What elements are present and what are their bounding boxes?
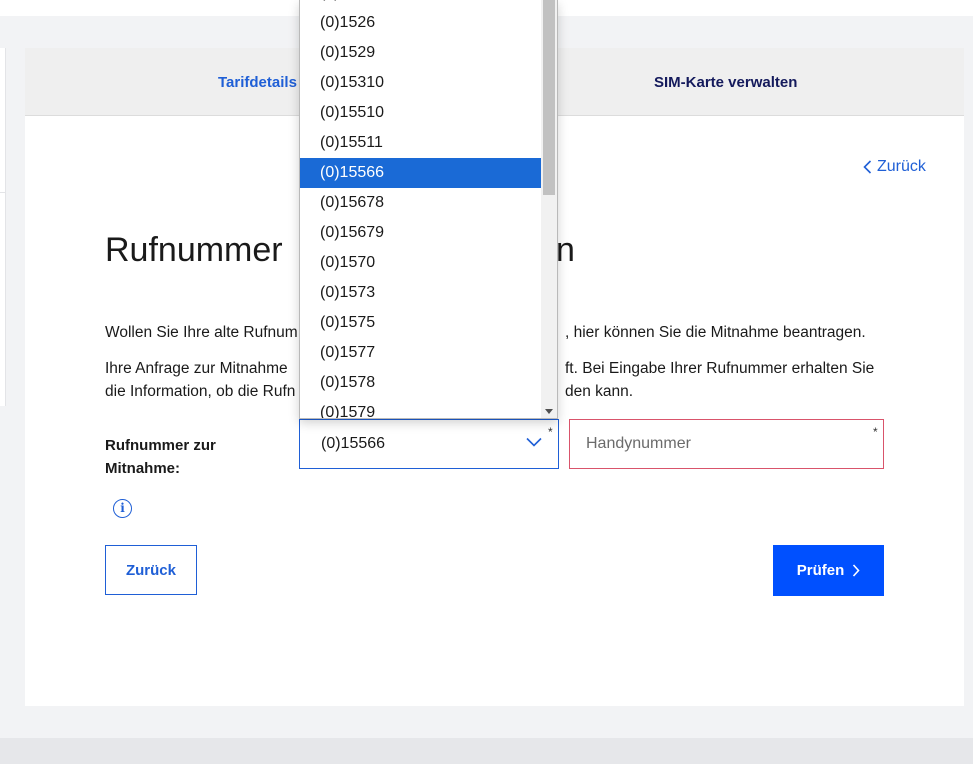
chevron-down-icon (526, 437, 542, 447)
required-mark-phone: * (873, 425, 878, 439)
left-panel-edge (0, 48, 6, 406)
left-panel-divider (0, 192, 6, 193)
back-link-label: Zurück (877, 158, 926, 175)
prefix-dropdown-list[interactable]: (0)1525(0)1526(0)1529(0)15310(0)15510(0)… (299, 0, 558, 419)
intro-text-1-left: Wollen Sie Ihre alte Rufnum (105, 324, 298, 341)
intro-text-3-right: den kann. (565, 383, 634, 400)
page-title: Rufnummer (105, 231, 283, 269)
intro-text-2-left: Ihre Anfrage zur Mitnahme (105, 360, 288, 377)
dropdown-option[interactable]: (0)1575 (300, 308, 542, 338)
prefix-select-value: (0)15566 (321, 435, 386, 452)
intro-text-2-right: ft. Bei Eingabe Ihrer Rufnummer erhalten… (565, 360, 875, 377)
dropdown-option[interactable]: (0)1526 (300, 8, 542, 38)
dropdown-option[interactable]: (0)1570 (300, 248, 542, 278)
scroll-down-arrow-icon[interactable] (545, 409, 553, 414)
check-button[interactable]: Prüfen (773, 545, 884, 596)
back-link[interactable]: Zurück (863, 158, 926, 176)
prefix-select[interactable]: (0)15566 (299, 419, 559, 469)
tab-tarifdetails[interactable]: Tarifdetails (218, 74, 297, 91)
tab-sim-karte-verwalten[interactable]: SIM-Karte verwalten (654, 74, 797, 91)
dropdown-option[interactable]: (0)15678 (300, 188, 542, 218)
check-button-label: Prüfen (796, 562, 845, 579)
dropdown-option[interactable]: (0)15310 (300, 68, 542, 98)
chevron-left-icon (863, 160, 872, 174)
info-icon[interactable]: i (113, 499, 132, 518)
prefix-options: (0)1525(0)1526(0)1529(0)15310(0)15510(0)… (300, 0, 542, 418)
dropdown-option[interactable]: (0)1529 (300, 38, 542, 68)
back-button[interactable]: Zurück (105, 545, 197, 595)
intro-text-3-left: die Information, ob die Rufn (105, 383, 296, 400)
dropdown-option[interactable]: (0)1577 (300, 338, 542, 368)
dropdown-option[interactable]: (0)1579 (300, 398, 542, 418)
dropdown-scrollbar[interactable] (541, 0, 557, 418)
intro-text-1-right: , hier können Sie die Mitnahme beantrage… (565, 324, 866, 341)
phone-number-label: Rufnummer zur Mitnahme: (105, 437, 216, 477)
phone-number-input[interactable] (569, 419, 884, 469)
required-mark-prefix: * (548, 425, 553, 439)
dropdown-option[interactable]: (0)1525 (300, 0, 542, 8)
dropdown-option[interactable]: (0)15510 (300, 98, 542, 128)
dropdown-option[interactable]: (0)1573 (300, 278, 542, 308)
chevron-right-icon (853, 564, 860, 577)
dropdown-option[interactable]: (0)1578 (300, 368, 542, 398)
footer-band (0, 738, 973, 764)
dropdown-option[interactable]: (0)15566 (300, 158, 542, 188)
page-title-end: n (556, 231, 575, 269)
dropdown-option[interactable]: (0)15511 (300, 128, 542, 158)
dropdown-scrollbar-thumb[interactable] (543, 0, 555, 195)
dropdown-option[interactable]: (0)15679 (300, 218, 542, 248)
